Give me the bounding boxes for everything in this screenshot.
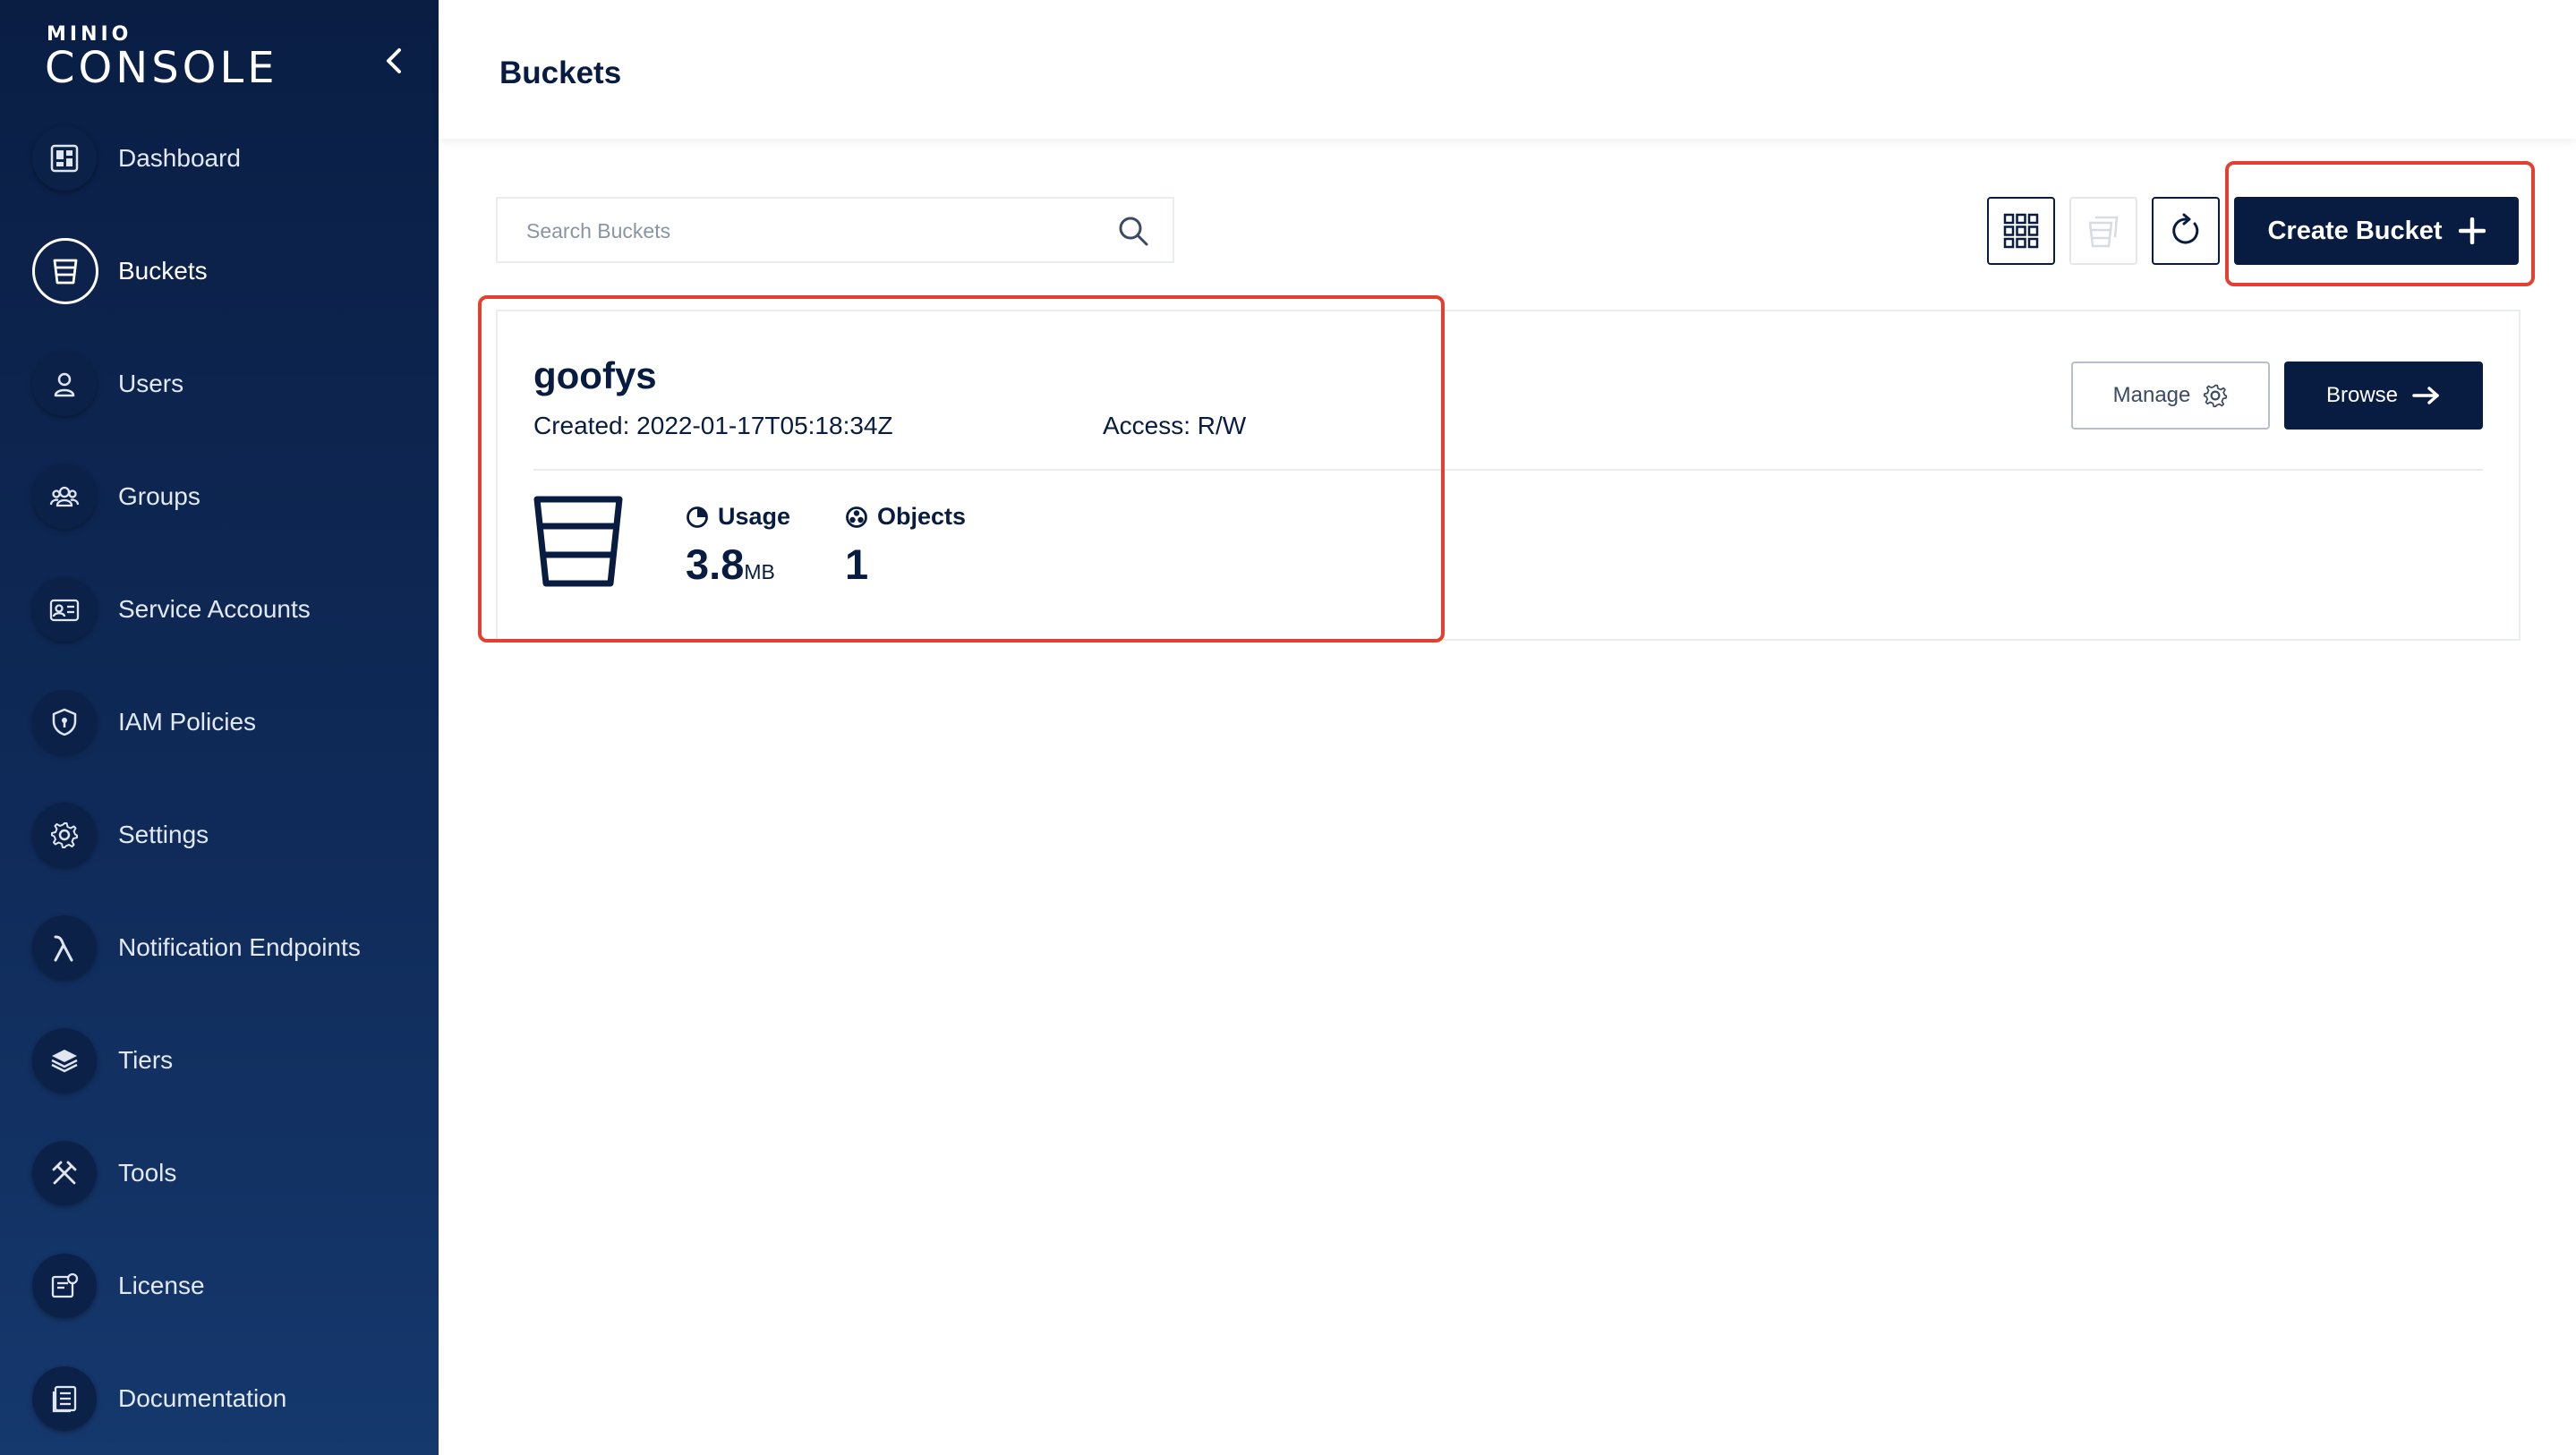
objects-stat: Objects 1 [845, 503, 966, 588]
search-icon[interactable] [1117, 215, 1149, 247]
sidebar-item-groups[interactable]: Groups [0, 447, 439, 546]
browse-button[interactable]: Browse [2284, 362, 2483, 430]
license-icon [32, 1254, 97, 1318]
refresh-button[interactable] [2152, 197, 2220, 265]
usage-value-row: 3.8MB [686, 541, 790, 595]
chevron-left-icon [387, 48, 401, 73]
usage-value: 3.8 [686, 540, 745, 588]
minio-console-logo[interactable]: MINIO CONSOLE [45, 23, 278, 91]
sidebar-item-buckets[interactable]: Buckets [0, 222, 439, 320]
sidebar-item-label: Groups [118, 482, 200, 510]
sidebar-item-label: Settings [118, 821, 209, 848]
sidebar-item-tiers[interactable]: Tiers [0, 1011, 439, 1110]
bucket-created-date: Created: 2022-01-17T05:18:34Z [533, 412, 893, 439]
bulk-bucket-button[interactable] [2069, 197, 2137, 265]
search-box [496, 197, 1174, 263]
gear-icon [32, 803, 97, 867]
gear-icon [2204, 384, 2228, 408]
sidebar-item-label: Dashboard [118, 144, 241, 172]
sidebar: MINIO CONSOLE Dashboard Buckets Users Gr… [0, 0, 439, 1455]
sidebar-item-iam-policies[interactable]: IAM Policies [0, 673, 439, 771]
objects-label: Objects [877, 503, 967, 530]
objects-value: 1 [845, 540, 869, 588]
sidebar-item-label: Buckets [118, 257, 208, 285]
sidebar-item-users[interactable]: Users [0, 335, 439, 433]
sidebar-item-settings[interactable]: Settings [0, 786, 439, 884]
usage-stat: Usage 3.8MB [686, 503, 790, 595]
bucket-stack-icon [2088, 216, 2119, 248]
bucket-access: Access: R/W [1103, 412, 1247, 439]
sidebar-item-label: Service Accounts [118, 595, 311, 623]
sidebar-item-label: Notification Endpoints [118, 933, 361, 961]
sidebar-item-service-accounts[interactable]: Service Accounts [0, 560, 439, 659]
search-input[interactable] [525, 199, 1101, 263]
create-bucket-button[interactable]: Create Bucket [2234, 197, 2519, 265]
groups-icon [32, 464, 97, 529]
page-title: Buckets [499, 55, 622, 90]
create-bucket-label: Create Bucket [2267, 216, 2443, 245]
grid-icon [2003, 213, 2039, 249]
sidebar-item-label: Tiers [118, 1046, 174, 1074]
sidebar-item-tools[interactable]: Tools [0, 1124, 439, 1222]
bucket-icon [32, 238, 98, 304]
sidebar-item-label: Users [118, 370, 184, 397]
arrow-right-icon [2412, 387, 2439, 404]
layers-icon [32, 1028, 97, 1093]
document-icon [32, 1366, 97, 1431]
service-accounts-icon [32, 577, 97, 642]
browse-label: Browse [2325, 383, 2399, 407]
lambda-icon [32, 915, 97, 980]
sidebar-item-notification-endpoints[interactable]: Notification Endpoints [0, 898, 439, 997]
sidebar-item-documentation[interactable]: Documentation [0, 1349, 439, 1448]
usage-label: Usage [718, 503, 791, 530]
page-header: Buckets [439, 0, 2576, 139]
tools-icon [32, 1141, 97, 1205]
collapse-sidebar-button[interactable] [376, 43, 412, 79]
plus-icon [2458, 217, 2486, 244]
usage-unit: MB [744, 560, 775, 583]
sidebar-item-label: License [118, 1272, 205, 1299]
sidebar-item-label: Tools [118, 1159, 177, 1187]
bucket-icon [533, 496, 623, 587]
user-icon [32, 352, 97, 416]
bucket-card[interactable]: goofys Created: 2022-01-17T05:18:34Z Acc… [496, 310, 2521, 641]
manage-label: Manage [2112, 383, 2191, 407]
objects-icon [846, 506, 867, 528]
sidebar-item-license[interactable]: License [0, 1237, 439, 1335]
dashboard-icon [32, 126, 97, 191]
usage-label-row: Usage [686, 503, 790, 531]
sidebar-item-label: Documentation [118, 1384, 287, 1412]
refresh-icon [2172, 213, 2199, 244]
bucket-name[interactable]: goofys [533, 354, 657, 397]
manage-button[interactable]: Manage [2071, 362, 2270, 430]
card-divider [533, 469, 2483, 471]
pie-chart-icon [687, 506, 708, 528]
shield-icon [32, 690, 97, 754]
grid-view-button[interactable] [1987, 197, 2055, 265]
sidebar-item-label: IAM Policies [118, 708, 257, 736]
sidebar-item-dashboard[interactable]: Dashboard [0, 109, 439, 208]
logo-product: CONSOLE [45, 43, 278, 93]
objects-label-row: Objects [845, 503, 966, 531]
